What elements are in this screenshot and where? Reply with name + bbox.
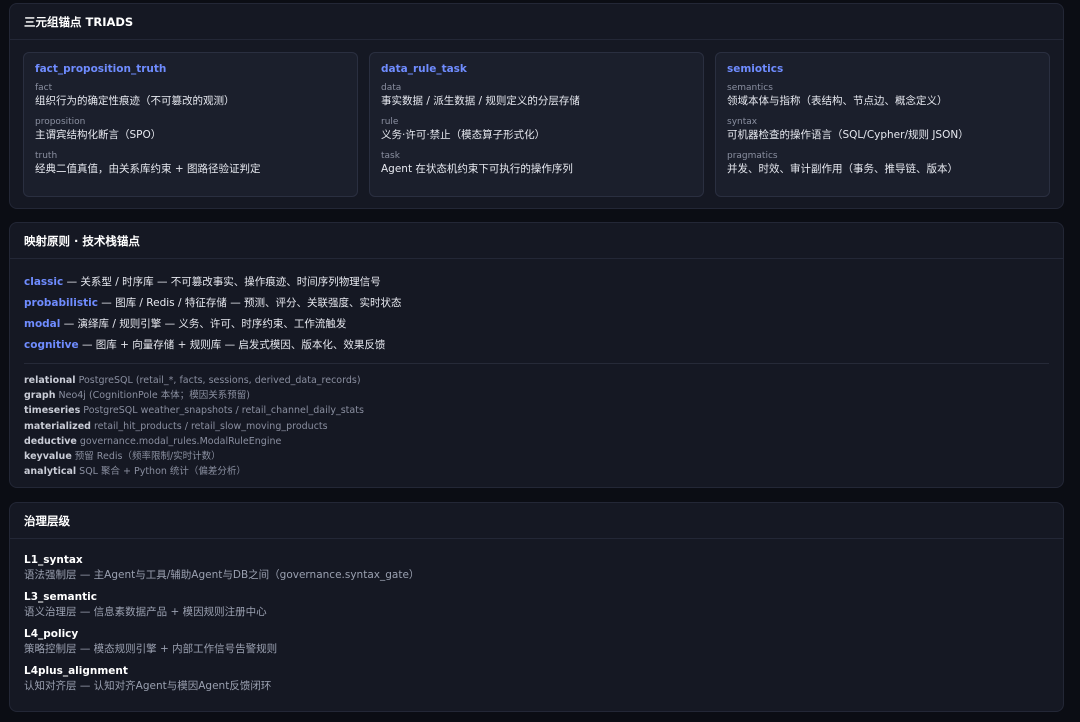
triad-item-key: task (381, 151, 400, 161)
level-name: L3_semantic (24, 591, 97, 603)
tech-key: graph (24, 390, 56, 402)
triad-item-value: 事实数据 / 派生数据 / 规则定义的分层存储 (381, 95, 580, 107)
tech-row: materialized retail_hit_products / retai… (24, 419, 1049, 434)
triad-item-value: 领域本体与指称（表结构、节点边、概念定义） (727, 95, 948, 107)
triad-item-key: data (381, 83, 402, 93)
tech-row: relational PostgreSQL (retail_*, facts, … (24, 373, 1049, 388)
triad-card-title: semiotics (727, 63, 784, 75)
triad-item-key: fact (35, 83, 53, 93)
mapping-principles: classic — 关系型 / 时序库 — 不可篡改事实、操作痕迹、时间序列物理… (24, 272, 1049, 479)
principle-row: classic — 关系型 / 时序库 — 不可篡改事实、操作痕迹、时间序列物理… (24, 272, 1049, 293)
tech-key: deductive (24, 435, 77, 447)
level-description: 认知对齐层 — 认知对齐Agent与模因Agent反馈闭环 (24, 680, 272, 692)
governance-level-l1-syntax: L1_syntax 语法强制层 — 主Agent与工具/辅助Agent与DB之间… (24, 553, 1049, 583)
tech-row: deductive governance.modal_rules.ModalRu… (24, 434, 1049, 449)
principle-key: probabilistic (24, 297, 98, 309)
governance-level-l4-policy: L4_policy 策略控制层 — 模态规则引擎 + 内部工作信号告警规则 (24, 627, 1049, 657)
triad-item-value: 义务·许可·禁止（模态算子形式化） (381, 129, 546, 141)
divider (24, 363, 1049, 364)
principle-value: — 图库 / Redis / 特征存储 — 预测、评分、关联强度、实时状态 (97, 297, 402, 309)
tech-row: analytical SQL 聚合 + Python 统计（偏差分析） (24, 464, 1049, 479)
tech-key: relational (24, 375, 76, 386)
triad-item-key: syntax (727, 117, 758, 127)
principle-key: classic (24, 276, 64, 288)
tech-key: analytical (24, 466, 77, 478)
principle-row: cognitive — 图库 + 向量存储 + 规则库 — 启发式模因、版本化、… (24, 335, 1049, 356)
governance-panel-title: 治理层级 (10, 503, 1063, 539)
level-name: L4_policy (24, 628, 79, 640)
governance-levels: L1_syntax 语法强制层 — 主Agent与工具/辅助Agent与DB之间… (24, 553, 1049, 701)
level-description: 语法强制层 — 主Agent与工具/辅助Agent与DB之间（governanc… (24, 569, 420, 581)
triad-card-data-rule-task: data_rule_task data 事实数据 / 派生数据 / 规则定义的分… (369, 52, 704, 197)
tech-row: keyvalue 预留 Redis（频率限制/实时计数） (24, 449, 1049, 464)
tech-value: retail_hit_products / retail_slow_moving… (90, 420, 328, 432)
tech-key: materialized (24, 420, 91, 432)
principle-value: — 演绎库 / 规则引擎 — 义务、许可、时序约束、工作流触发 (60, 318, 347, 330)
governance-panel: 治理层级 L1_syntax 语法强制层 — 主Agent与工具/辅助Agent… (9, 502, 1064, 712)
level-description: 策略控制层 — 模态规则引擎 + 内部工作信号告警规则 (24, 643, 278, 655)
tech-value: 预留 Redis（频率限制/实时计数） (71, 451, 221, 463)
principle-row: modal — 演绎库 / 规则引擎 — 义务、许可、时序约束、工作流触发 (24, 314, 1049, 335)
tech-value: PostgreSQL weather_snapshots / retail_ch… (80, 405, 364, 417)
tech-value: PostgreSQL (retail_*, facts, sessions, d… (75, 375, 361, 386)
principle-value: — 图库 + 向量存储 + 规则库 — 启发式模因、版本化、效果反馈 (78, 339, 386, 351)
triad-item-key: pragmatics (727, 151, 778, 161)
principle-row: probabilistic — 图库 / Redis / 特征存储 — 预测、评… (24, 293, 1049, 314)
triad-item-key: rule (381, 117, 399, 127)
mapping-panel: 映射原则 · 技术栈锚点 classic — 关系型 / 时序库 — 不可篡改事… (9, 222, 1064, 488)
mapping-panel-title: 映射原则 · 技术栈锚点 (10, 223, 1063, 259)
triad-item-key: proposition (35, 117, 86, 127)
level-name: L4plus_alignment (24, 665, 128, 677)
level-name: L1_syntax (24, 554, 83, 566)
triad-item-key: truth (35, 151, 58, 161)
tech-value: SQL 聚合 + Python 统计（偏差分析） (76, 466, 246, 478)
triad-item-value: 主谓宾结构化断言（SPO） (35, 129, 162, 141)
triad-item-value: 可机器检查的操作语言（SQL/Cypher/规则 JSON） (727, 129, 969, 141)
triad-card-semiotics: semiotics semantics 领域本体与指称（表结构、节点边、概念定义… (715, 52, 1050, 197)
tech-value: governance.modal_rules.ModalRuleEngine (76, 435, 282, 447)
triad-card-title: data_rule_task (381, 63, 467, 75)
triad-item-value: 组织行为的确定性痕迹（不可篡改的观测） (35, 95, 235, 107)
triads-panel-title: 三元组锚点 TRIADS (10, 4, 1063, 40)
triad-item-value: 经典二值真值，由关系库约束 + 图路径验证判定 (35, 163, 261, 175)
triad-item-value: 并发、时效、审计副作用（事务、推导链、版本） (727, 163, 958, 175)
triad-card-title: fact_proposition_truth (35, 63, 167, 75)
tech-value: Neo4j (CognitionPole 本体；模因关系预留) (55, 390, 250, 402)
triad-item-value: Agent 在状态机约束下可执行的操作序列 (381, 163, 573, 175)
triads-card-row: fact_proposition_truth fact 组织行为的确定性痕迹（不… (23, 52, 1050, 197)
tech-row: timeseries PostgreSQL weather_snapshots … (24, 403, 1049, 418)
triads-panel: 三元组锚点 TRIADS fact_proposition_truth fact… (9, 3, 1064, 209)
triad-card-fact-proposition-truth: fact_proposition_truth fact 组织行为的确定性痕迹（不… (23, 52, 358, 197)
principle-key: cognitive (24, 339, 79, 351)
governance-level-l3-semantic: L3_semantic 语义治理层 — 信息素数据产品 + 模因规则注册中心 (24, 590, 1049, 620)
principle-value: — 关系型 / 时序库 — 不可篡改事实、操作痕迹、时间序列物理信号 (63, 276, 381, 288)
tech-key: keyvalue (24, 451, 72, 463)
governance-level-l4plus-alignment: L4plus_alignment 认知对齐层 — 认知对齐Agent与模因Age… (24, 664, 1049, 694)
triad-item-key: semantics (727, 83, 773, 93)
tech-key: timeseries (24, 405, 81, 417)
principle-key: modal (24, 318, 61, 330)
level-description: 语义治理层 — 信息素数据产品 + 模因规则注册中心 (24, 606, 267, 618)
tech-row: graph Neo4j (CognitionPole 本体；模因关系预留) (24, 388, 1049, 403)
